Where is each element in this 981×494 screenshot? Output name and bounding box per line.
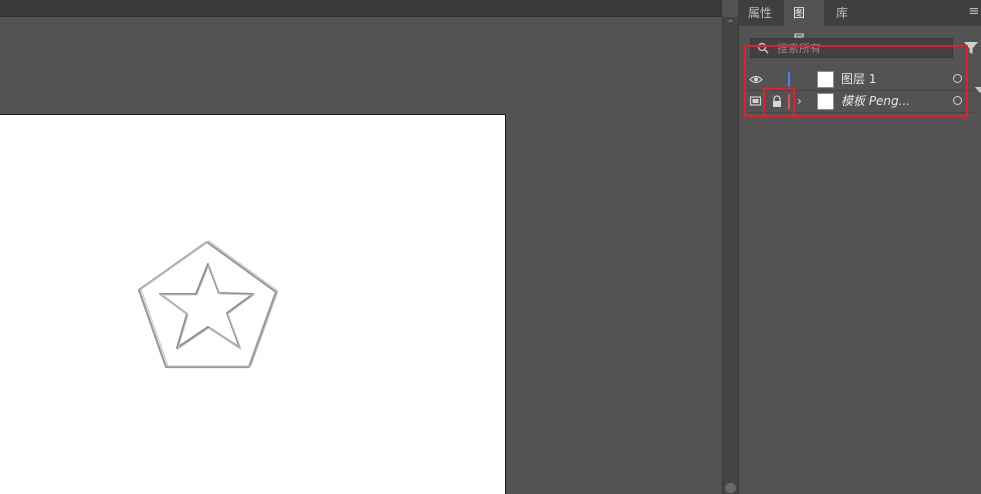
scrollbar-thumb[interactable] bbox=[725, 483, 736, 493]
layer-name[interactable]: 图层 1 bbox=[841, 72, 876, 87]
lock-icon[interactable] bbox=[769, 91, 785, 112]
filter-icon[interactable] bbox=[963, 40, 979, 56]
chevron-right-icon[interactable]: › bbox=[797, 93, 809, 109]
template-icon[interactable] bbox=[747, 91, 765, 112]
tab-libraries[interactable]: 库 bbox=[827, 0, 865, 26]
layer-search-input[interactable] bbox=[777, 40, 947, 56]
target-circle-icon[interactable] bbox=[953, 96, 962, 105]
layers-panel: 属性 图层 库 ≡ 图层 1 bbox=[738, 0, 981, 494]
layer-row[interactable]: › 模板 Peng... bbox=[747, 91, 974, 113]
canvas-area[interactable] bbox=[0, 17, 722, 494]
target-circle-icon[interactable] bbox=[953, 74, 962, 83]
eye-icon[interactable] bbox=[747, 69, 765, 90]
document-tab-bar bbox=[0, 0, 722, 17]
artboard[interactable] bbox=[0, 114, 506, 494]
tab-properties[interactable]: 属性 bbox=[739, 0, 781, 26]
layer-search-box[interactable] bbox=[750, 38, 953, 58]
panel-menu-icon[interactable]: ≡ bbox=[968, 5, 980, 18]
panel-collapse-triangle-icon[interactable] bbox=[975, 87, 981, 93]
layer-color-bar bbox=[788, 72, 790, 87]
search-icon bbox=[757, 42, 769, 54]
scroll-up-icon[interactable]: ⌃ bbox=[723, 17, 738, 33]
layer-row[interactable]: 图层 1 bbox=[747, 69, 974, 91]
layer-thumbnail bbox=[817, 93, 834, 110]
layer-color-bar bbox=[788, 94, 790, 109]
pentagon-star-sketch bbox=[137, 240, 279, 369]
tab-layers[interactable]: 图层 bbox=[784, 0, 824, 46]
layer-list: 图层 1 › 模板 Peng... bbox=[747, 69, 974, 113]
canvas-vertical-scrollbar[interactable]: ⌃ bbox=[722, 17, 738, 494]
layer-thumbnail bbox=[817, 71, 834, 88]
lock-toggle[interactable] bbox=[769, 69, 785, 90]
panel-tab-bar: 属性 图层 库 ≡ bbox=[739, 0, 981, 46]
layer-name[interactable]: 模板 Peng... bbox=[841, 94, 910, 109]
